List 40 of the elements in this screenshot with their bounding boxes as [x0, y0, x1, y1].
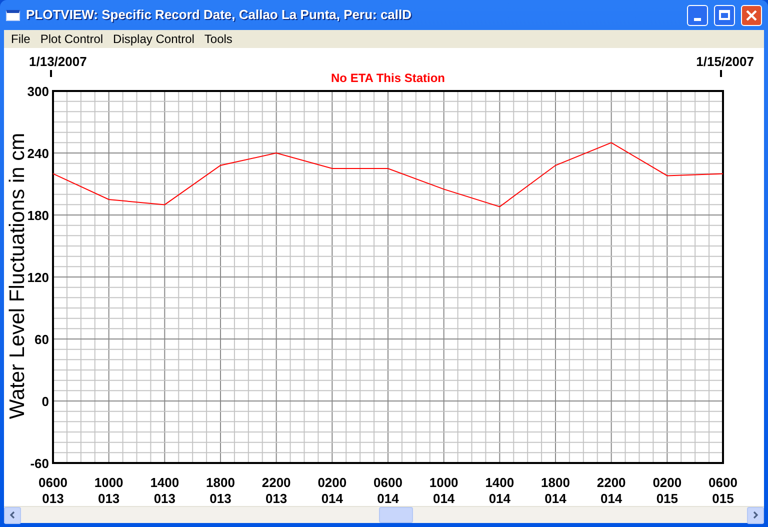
x-tick-label: 2200 014: [596, 475, 626, 505]
y-axis-label: Water Level Fluctuations in cm: [6, 132, 29, 420]
date-tick: [50, 70, 52, 77]
y-tick-label: -60: [30, 456, 49, 471]
x-tick-label: 0200 015: [652, 475, 682, 505]
window-icon: [6, 10, 20, 20]
x-tick-label: 0200 014: [318, 475, 347, 505]
y-tick-label: 0: [42, 394, 49, 409]
x-tick-label: 1800 014: [541, 475, 570, 505]
x-tick-label: 1800 013: [206, 475, 235, 505]
window-title: PLOTVIEW: Specific Record Date, Callao La Punta, Peru: callD: [26, 6, 413, 24]
date-tick: [720, 70, 722, 77]
menu-item[interactable]: File: [6, 30, 36, 48]
horizontal-scrollbar[interactable]: [4, 506, 764, 523]
y-tick-label: 120: [27, 270, 49, 285]
x-tick-label: 0600 014: [374, 475, 402, 505]
x-tick-label: 0600 013: [38, 475, 68, 505]
y-tick-label: 180: [27, 208, 49, 223]
scroll-thumb[interactable]: [379, 506, 413, 522]
y-tick-label: 240: [27, 146, 49, 161]
y-tick-label: 60: [34, 332, 49, 347]
scroll-left-button[interactable]: [4, 506, 21, 524]
close-icon: [746, 10, 757, 20]
y-tick-label: 300: [27, 84, 49, 99]
x-tick-label: 1000 014: [429, 475, 458, 505]
x-tick-label: 1000 013: [94, 475, 124, 505]
x-tick-label: 2200 013: [262, 475, 291, 505]
x-tick-label: 0600 015: [708, 475, 738, 505]
scroll-right-button[interactable]: [747, 506, 764, 524]
x-tick-label: 1400 013: [150, 475, 180, 505]
maximize-button[interactable]: [714, 4, 735, 26]
menu-item[interactable]: Tools: [199, 30, 238, 48]
minimize-button[interactable]: [687, 4, 708, 26]
menu-item[interactable]: Plot Control: [35, 30, 108, 48]
date-label: 1/13/2007: [29, 54, 87, 69]
menu-item[interactable]: Display Control: [108, 30, 200, 48]
x-tick-label: 1400 014: [485, 475, 514, 505]
close-button[interactable]: [741, 4, 762, 26]
date-label: 1/15/2007: [696, 54, 754, 69]
chart-title: No ETA This Station: [331, 71, 445, 85]
